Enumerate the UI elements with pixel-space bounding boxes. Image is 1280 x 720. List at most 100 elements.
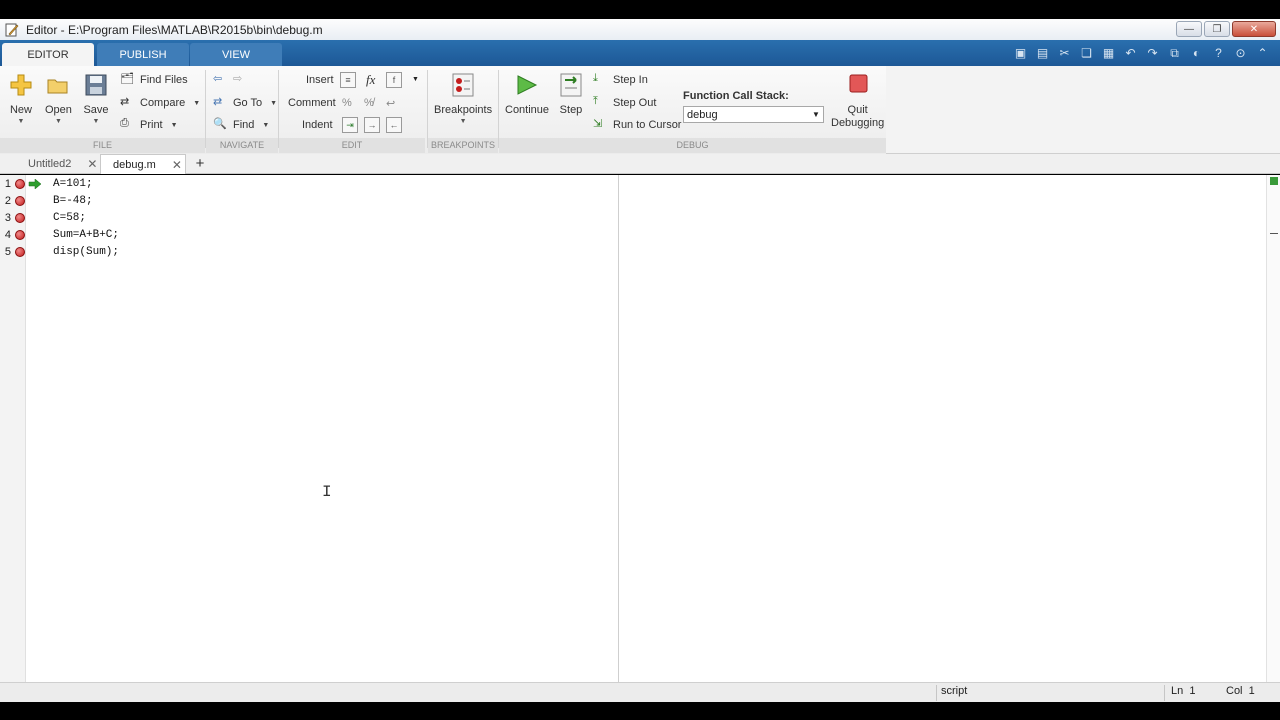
indent-button[interactable]: Indent [302,116,333,134]
breakpoint-icon[interactable] [15,246,25,257]
doc-tab-untitled2[interactable]: Untitled2 ✕ [16,154,100,174]
close-window-button[interactable]: ✕ [1232,21,1276,37]
go-to-label: Go To [233,97,263,109]
quit-debugging-button[interactable]: Quit Debugging [831,72,884,130]
comment-icon[interactable]: % [342,94,352,112]
tab-view[interactable]: VIEW [190,43,282,66]
continue-play-icon [517,75,538,95]
code-line[interactable]: 1 [0,175,42,192]
cut-icon[interactable]: ✂ [1055,44,1074,62]
back-arrow-icon[interactable]: ⇦ [213,72,229,88]
step-in-label: Step In [613,74,648,86]
quit-debugging-label-line2: Debugging [831,117,885,129]
breakpoint-icon[interactable] [15,195,25,206]
copy-icon[interactable]: ❏ [1077,44,1096,62]
save-button[interactable]: Save ▼ [83,72,109,125]
new-label: New [9,104,32,116]
find-files-icon: 🗂 [120,73,134,85]
options-icon[interactable]: ⊙ [1231,44,1250,62]
print-dropdown-icon[interactable]: ▼ [171,122,178,129]
compare-dropdown-icon[interactable]: ▼ [193,100,200,107]
breakpoint-icon[interactable] [15,178,25,189]
find-files-button[interactable]: 🗂 Find Files [120,71,188,89]
insert-button[interactable]: Insert [306,71,334,89]
insert-label: Insert [306,74,334,86]
uncomment-icon[interactable]: %̸ [364,94,374,112]
minimize-ribbon-icon[interactable]: ⌃ [1253,44,1272,62]
paste-icon[interactable]: ▦ [1099,44,1118,62]
stop-icon [849,74,868,93]
code-text[interactable]: Sum=A+B+C; [53,226,119,243]
code-text[interactable]: disp(Sum); [53,243,119,260]
forward-arrow-icon[interactable]: ⇨ [233,72,249,88]
insert-dropdown-icon[interactable]: ▼ [412,76,419,83]
breakpoints-dropdown-icon[interactable]: ▼ [460,118,467,125]
comment-button[interactable]: Comment [288,94,336,112]
insert-section-icon[interactable]: ≡ [340,72,356,88]
ln-label: Ln [1171,685,1184,697]
find-dropdown-icon[interactable]: ▼ [262,122,269,129]
ribbon-tabstrip: EDITOR PUBLISH VIEW ▣ ▤ ✂ ❏ ▦ ↶ ↷ ⧉ ◐ ? … [0,40,1280,66]
close-tab-icon[interactable]: ✕ [87,157,97,171]
open-dropdown-icon[interactable]: ▼ [55,118,62,125]
breakpoints-label: Breakpoints [434,104,493,116]
code-text[interactable]: A=101; [53,175,93,192]
maximize-button[interactable]: ❐ [1204,21,1230,37]
code-line[interactable]: 5 [0,243,25,260]
open-button[interactable]: Open ▼ [45,72,72,125]
indent-increase-icon[interactable]: → [364,117,380,133]
insert-figure-icon[interactable]: f [386,72,402,88]
close-tab-icon[interactable]: ✕ [172,158,182,172]
undock-icon[interactable]: ◐ [1187,44,1206,62]
new-tab-plus-icon[interactable]: + [190,155,210,173]
new-button[interactable]: New ▼ [8,72,34,125]
go-to-dropdown-icon[interactable]: ▼ [270,100,277,107]
wrap-comments-icon[interactable]: ↩ [386,94,395,112]
print-button[interactable]: ⎙ Print ▼ [120,116,178,134]
code-line[interactable]: 2 [0,192,25,209]
smart-indent-icon[interactable]: ⇥ [342,117,358,133]
find-files-label: Find Files [140,74,188,86]
chevron-down-icon[interactable]: ▼ [809,110,823,119]
code-line[interactable]: 4 [0,226,25,243]
redo-icon[interactable]: ↷ [1143,44,1162,62]
breakpoint-icon[interactable] [15,229,25,240]
line-number: 3 [4,211,11,224]
run-to-cursor-button[interactable]: ⇲ Run to Cursor [593,116,681,134]
go-to-icon: ⇄ [213,96,223,108]
find-button[interactable]: 🔍 Find ▼ [213,116,269,134]
step-button[interactable]: Step [558,72,584,116]
save-quick-icon[interactable]: ▤ [1033,44,1052,62]
tab-editor[interactable]: EDITOR [2,43,94,66]
code-analyzer-marker[interactable] [1270,233,1278,234]
code-editor[interactable]: 1 A=101; 2 B=-48; 3 C=58; 4 Sum=A+B+C; 5… [0,175,1280,682]
step-out-button[interactable]: ⤒ Step Out [593,94,656,112]
breakpoints-button[interactable]: Breakpoints ▼ [434,72,492,125]
code-text[interactable]: C=58; [53,209,86,226]
go-to-button[interactable]: ⇄ Go To ▼ [213,94,277,112]
indent-decrease-icon[interactable]: ← [386,117,402,133]
layout-icon[interactable]: ▣ [1011,44,1030,62]
save-dropdown-icon[interactable]: ▼ [93,118,100,125]
line-number: 5 [4,245,11,258]
run-to-cursor-icon: ⇲ [593,118,603,130]
help-icon[interactable]: ? [1209,44,1228,62]
function-call-stack-select[interactable]: debug ▼ [683,106,824,123]
compare-button[interactable]: ⇄ Compare ▼ [120,94,200,112]
undo-icon[interactable]: ↶ [1121,44,1140,62]
code-analyzer-status-icon[interactable] [1270,177,1278,185]
code-analyzer-bar[interactable] [1266,175,1280,682]
breakpoint-icon[interactable] [15,212,25,223]
step-in-button[interactable]: ⤓ Step In [593,71,648,89]
switch-windows-icon[interactable]: ⧉ [1165,44,1184,62]
continue-button[interactable]: Continue [505,72,549,116]
code-text[interactable]: B=-48; [53,192,93,209]
tab-publish[interactable]: PUBLISH [97,43,189,66]
insert-function-icon[interactable]: fx [366,71,375,89]
code-line[interactable]: 3 [0,209,25,226]
new-dropdown-icon[interactable]: ▼ [18,118,25,125]
back-forward-buttons[interactable]: ⇦ ⇨ [213,71,253,89]
doc-tab-debug-m[interactable]: debug.m ✕ [100,154,186,174]
minimize-button[interactable]: — [1176,21,1202,37]
run-to-cursor-label: Run to Cursor [613,119,682,131]
